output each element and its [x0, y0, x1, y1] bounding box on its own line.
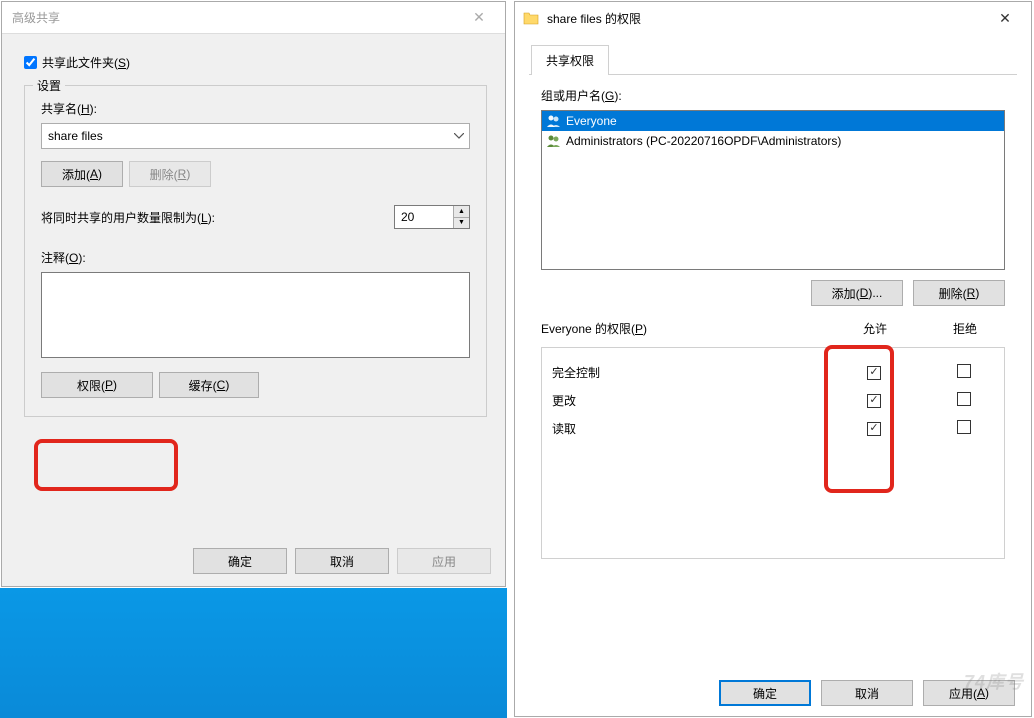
col-deny-header: 拒绝: [925, 320, 1005, 337]
close-icon[interactable]: ✕: [461, 4, 497, 32]
advanced-sharing-dialog: 高级共享 ✕ 共享此文件夹(S) 设置 共享名(H): share files …: [1, 1, 506, 587]
share-folder-label: 共享此文件夹(S): [42, 54, 130, 71]
permissions-dialog: share files 的权限 ✕ 共享权限 组或用户名(G): Everyon…: [514, 1, 1032, 717]
comment-textarea[interactable]: [41, 272, 470, 358]
list-item[interactable]: Everyone: [542, 111, 1004, 131]
user-limit-label: 将同时共享的用户数量限制为(L):: [41, 209, 394, 226]
col-allow-header: 允许: [825, 320, 925, 337]
titlebar: share files 的权限 ✕: [515, 2, 1031, 34]
dialog-body: 共享权限 组或用户名(G): Everyone: [515, 44, 1031, 559]
remove-user-button[interactable]: 删除(R): [913, 280, 1005, 306]
apply-button[interactable]: 应用(A): [923, 680, 1015, 706]
settings-group-title: 设置: [33, 77, 65, 94]
tab-content: 组或用户名(G): Everyone: [529, 87, 1017, 559]
dialog-buttons: 确定 取消 应用(A): [719, 680, 1015, 706]
ok-button[interactable]: 确定: [193, 548, 287, 574]
perm-cache-buttons: 权限(P) 缓存(C): [41, 372, 470, 398]
spinner-buttons[interactable]: ▲ ▼: [453, 206, 469, 228]
share-name-value: share files: [48, 129, 103, 143]
tab-strip: 共享权限: [529, 44, 1017, 75]
allow-checkbox[interactable]: [867, 394, 881, 408]
user-limit-value: 20: [401, 210, 414, 224]
add-share-button[interactable]: 添加(A): [41, 161, 123, 187]
dialog-body: 共享此文件夹(S) 设置 共享名(H): share files 添加(A) 删…: [2, 34, 505, 431]
perm-header-name: Everyone 的权限(P): [541, 320, 825, 337]
perm-row-full-control: 完全控制: [542, 358, 1004, 386]
ok-button[interactable]: 确定: [719, 680, 811, 706]
allow-checkbox[interactable]: [867, 422, 881, 436]
deny-checkbox[interactable]: [957, 420, 971, 434]
perm-name: 读取: [552, 420, 824, 437]
allow-checkbox[interactable]: [867, 366, 881, 380]
list-item-label: Everyone: [566, 114, 617, 128]
desktop-background: [0, 588, 507, 718]
users-icon: [546, 134, 562, 148]
groups-label: 组或用户名(G):: [541, 87, 1005, 104]
permissions-button[interactable]: 权限(P): [41, 372, 153, 398]
settings-groupbox: 设置 共享名(H): share files 添加(A) 删除(R) 将同时共享…: [24, 85, 487, 417]
remove-share-button: 删除(R): [129, 161, 211, 187]
permissions-header: Everyone 的权限(P) 允许 拒绝: [541, 320, 1005, 337]
share-name-combo[interactable]: share files: [41, 123, 470, 149]
dialog-title: 高级共享: [10, 9, 461, 26]
permissions-box: 完全控制 更改 读取: [541, 347, 1005, 559]
share-name-label: 共享名(H):: [41, 100, 470, 117]
chevron-down-icon[interactable]: [449, 124, 469, 148]
perm-name: 更改: [552, 392, 824, 409]
share-name-buttons: 添加(A) 删除(R): [41, 161, 470, 187]
users-listbox[interactable]: Everyone Administrators (PC-20220716OPDF…: [541, 110, 1005, 270]
comment-label: 注释(O):: [41, 249, 470, 266]
list-item-label: Administrators (PC-20220716OPDF\Administ…: [566, 134, 841, 148]
users-icon: [546, 114, 562, 128]
share-folder-checkbox[interactable]: [24, 56, 37, 69]
deny-checkbox[interactable]: [957, 392, 971, 406]
user-limit-spinner[interactable]: 20 ▲ ▼: [394, 205, 470, 229]
cancel-button[interactable]: 取消: [821, 680, 913, 706]
share-folder-checkbox-row[interactable]: 共享此文件夹(S): [24, 54, 487, 71]
spinner-up-icon[interactable]: ▲: [454, 206, 469, 218]
cancel-button[interactable]: 取消: [295, 548, 389, 574]
apply-button: 应用: [397, 548, 491, 574]
tab-share-permissions[interactable]: 共享权限: [531, 45, 609, 75]
deny-checkbox[interactable]: [957, 364, 971, 378]
folder-icon: [523, 11, 539, 25]
list-buttons: 添加(D)... 删除(R): [541, 280, 1005, 306]
user-limit-row: 将同时共享的用户数量限制为(L): 20 ▲ ▼: [41, 205, 470, 229]
close-icon[interactable]: ✕: [987, 4, 1023, 32]
dialog-buttons: 确定 取消 应用: [193, 548, 491, 574]
titlebar: 高级共享 ✕: [2, 2, 505, 34]
perm-name: 完全控制: [552, 364, 824, 381]
add-user-button[interactable]: 添加(D)...: [811, 280, 903, 306]
perm-row-change: 更改: [542, 386, 1004, 414]
perm-row-read: 读取: [542, 414, 1004, 442]
spinner-down-icon[interactable]: ▼: [454, 218, 469, 229]
list-item[interactable]: Administrators (PC-20220716OPDF\Administ…: [542, 131, 1004, 151]
cache-button[interactable]: 缓存(C): [159, 372, 259, 398]
dialog-title: share files 的权限: [545, 10, 987, 27]
